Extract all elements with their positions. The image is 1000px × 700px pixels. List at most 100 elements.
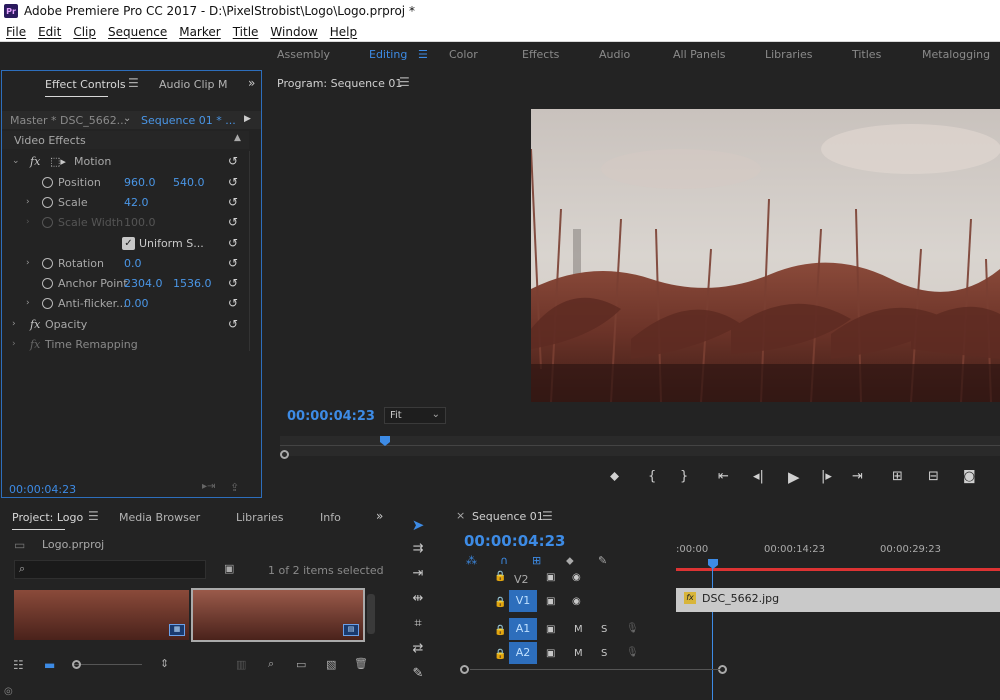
lift-icon[interactable]: ⊞ bbox=[892, 469, 903, 484]
microphone-icon[interactable]: 🎙 bbox=[626, 647, 639, 658]
linked-selection-icon[interactable]: ∩ bbox=[500, 554, 508, 567]
go-to-out-icon[interactable]: ⇥ bbox=[852, 469, 863, 484]
step-forward-icon[interactable]: |▸ bbox=[821, 469, 832, 484]
zoom-handle[interactable] bbox=[280, 450, 289, 459]
zoom-slider-handle[interactable] bbox=[72, 660, 81, 669]
clip-dsc-5662[interactable]: fx DSC_5662.jpg bbox=[676, 588, 1000, 612]
anchor-y-value[interactable]: 1536.0 bbox=[173, 277, 212, 290]
track-label-a1[interactable]: A1 bbox=[509, 618, 537, 640]
chevron-down-icon[interactable]: ⌄ bbox=[123, 113, 131, 124]
anti-flicker-value[interactable]: 0.00 bbox=[124, 297, 149, 310]
add-marker-icon[interactable]: ⊞ bbox=[532, 554, 541, 567]
track-label-v1[interactable]: V1 bbox=[509, 590, 537, 612]
menu-help[interactable]: Help bbox=[330, 25, 357, 39]
expand-arrow-icon[interactable]: ⌄ bbox=[12, 156, 20, 166]
mute-button[interactable]: M bbox=[574, 648, 583, 659]
panel-menu-icon[interactable]: ☰ bbox=[399, 75, 410, 89]
collapse-icon[interactable]: ▲ bbox=[234, 133, 241, 143]
ec-timecode[interactable]: 00:00:04:23 bbox=[9, 483, 76, 496]
lock-icon[interactable]: 🔒 bbox=[494, 625, 506, 636]
reset-icon[interactable]: ↺ bbox=[228, 195, 238, 209]
rolling-edit-tool-icon[interactable]: ⇹ bbox=[408, 591, 428, 609]
sequence-clip-label[interactable]: Sequence 01 * ... bbox=[141, 114, 236, 127]
new-item-icon[interactable]: ▧ bbox=[326, 658, 336, 671]
transform-icon[interactable]: ⬚▸ bbox=[50, 155, 66, 168]
list-view-icon[interactable]: ☷ bbox=[13, 658, 24, 672]
stopwatch-icon[interactable] bbox=[42, 196, 53, 208]
timeline-timecode[interactable]: 00:00:04:23 bbox=[464, 532, 566, 550]
stopwatch-icon[interactable] bbox=[42, 277, 53, 289]
reset-icon[interactable]: ↺ bbox=[228, 256, 238, 270]
reset-icon[interactable]: ↺ bbox=[228, 236, 238, 250]
menu-marker[interactable]: Marker bbox=[179, 25, 220, 39]
program-scrubber[interactable] bbox=[280, 436, 1000, 459]
panel-menu-icon[interactable]: ☰ bbox=[88, 509, 99, 523]
workspace-menu-icon[interactable]: ☰ bbox=[418, 48, 428, 61]
position-x-value[interactable]: 960.0 bbox=[124, 176, 156, 189]
razor-tool-icon[interactable]: ⇄ bbox=[408, 641, 428, 659]
new-bin-icon[interactable]: ▭ bbox=[296, 658, 306, 671]
reset-icon[interactable]: ↺ bbox=[228, 276, 238, 290]
overflow-chevron-icon[interactable]: » bbox=[248, 76, 255, 90]
reset-icon[interactable]: ↺ bbox=[228, 215, 238, 229]
workspace-titles[interactable]: Titles bbox=[852, 48, 881, 61]
wrench-icon[interactable]: ✎ bbox=[598, 554, 607, 567]
fit-dropdown[interactable]: Fit ⌄ bbox=[384, 407, 446, 424]
export-icon[interactable]: ⇪ bbox=[230, 481, 239, 494]
menu-window[interactable]: Window bbox=[270, 25, 317, 39]
step-back-icon[interactable]: ◂| bbox=[753, 469, 764, 484]
reset-icon[interactable]: ↺ bbox=[228, 296, 238, 310]
menu-edit[interactable]: Edit bbox=[38, 25, 61, 39]
mark-out-icon[interactable]: } bbox=[680, 469, 688, 484]
icon-view-icon[interactable]: ▬ bbox=[44, 658, 55, 672]
track-label-v2[interactable]: V2 bbox=[514, 573, 529, 586]
workspace-assembly[interactable]: Assembly bbox=[277, 48, 330, 61]
toggle-sync-icon[interactable]: ▣ bbox=[546, 624, 555, 635]
pen-tool-icon[interactable]: ✎ bbox=[408, 666, 428, 684]
solo-button[interactable]: S bbox=[601, 648, 607, 659]
tab-audio-clip-mixer[interactable]: Audio Clip M bbox=[159, 78, 228, 91]
workspace-color[interactable]: Color bbox=[449, 48, 478, 61]
menu-title[interactable]: Title bbox=[233, 25, 259, 39]
panel-menu-icon[interactable]: ☰ bbox=[128, 76, 139, 90]
menu-file[interactable]: File bbox=[6, 25, 26, 39]
stopwatch-icon[interactable] bbox=[42, 297, 53, 309]
mute-button[interactable]: M bbox=[574, 624, 583, 635]
find-icon[interactable]: ⌕ bbox=[268, 657, 274, 671]
expand-arrow-icon[interactable]: › bbox=[12, 319, 16, 329]
menu-clip[interactable]: Clip bbox=[73, 25, 96, 39]
program-timecode[interactable]: 00:00:04:23 bbox=[287, 409, 375, 424]
camera-icon[interactable]: ◙ bbox=[963, 469, 976, 484]
anchor-x-value[interactable]: 2304.0 bbox=[124, 277, 163, 290]
stopwatch-icon[interactable] bbox=[42, 176, 53, 188]
filter-icon[interactable]: ▸⇥ bbox=[202, 481, 215, 492]
eye-icon[interactable]: ◉ bbox=[572, 572, 581, 583]
mark-in-icon[interactable]: { bbox=[648, 469, 656, 484]
workspace-libraries[interactable]: Libraries bbox=[765, 48, 813, 61]
ripple-edit-tool-icon[interactable]: ⇥ bbox=[408, 566, 428, 584]
toggle-sync-icon[interactable]: ▣ bbox=[546, 572, 555, 583]
reset-icon[interactable]: ↺ bbox=[228, 317, 238, 331]
sort-icon[interactable]: ⇕ bbox=[160, 657, 169, 670]
extract-icon[interactable]: ⊟ bbox=[928, 469, 939, 484]
reset-icon[interactable]: ↺ bbox=[228, 175, 238, 189]
add-marker-icon[interactable]: ⬥ bbox=[610, 469, 619, 484]
sequence-tab[interactable]: Sequence 01 bbox=[472, 510, 544, 523]
rotation-value[interactable]: 0.0 bbox=[124, 257, 142, 270]
tab-libraries[interactable]: Libraries bbox=[236, 511, 284, 524]
eye-icon[interactable]: ◉ bbox=[572, 596, 581, 607]
zoom-slider[interactable] bbox=[72, 664, 142, 665]
thumbnail-sequence[interactable]: ▦ bbox=[14, 590, 189, 640]
tab-media-browser[interactable]: Media Browser bbox=[119, 511, 200, 524]
expand-arrow-icon[interactable]: › bbox=[26, 258, 30, 268]
tab-effect-controls[interactable]: Effect Controls bbox=[45, 78, 126, 97]
snap-icon[interactable]: ⁂ bbox=[466, 554, 477, 567]
scale-value[interactable]: 42.0 bbox=[124, 196, 149, 209]
microphone-icon[interactable]: 🎙 bbox=[626, 623, 639, 634]
opacity-row[interactable]: › fx Opacity ↺ bbox=[2, 314, 249, 334]
track-label-a2[interactable]: A2 bbox=[509, 642, 537, 664]
track-select-tool-icon[interactable]: ⇉ bbox=[408, 541, 428, 559]
lock-icon[interactable]: 🔒 bbox=[494, 597, 506, 608]
motion-row[interactable]: ⌄ fx ⬚▸ Motion ↺ bbox=[2, 151, 249, 171]
toggle-sync-icon[interactable]: ▣ bbox=[546, 596, 555, 607]
